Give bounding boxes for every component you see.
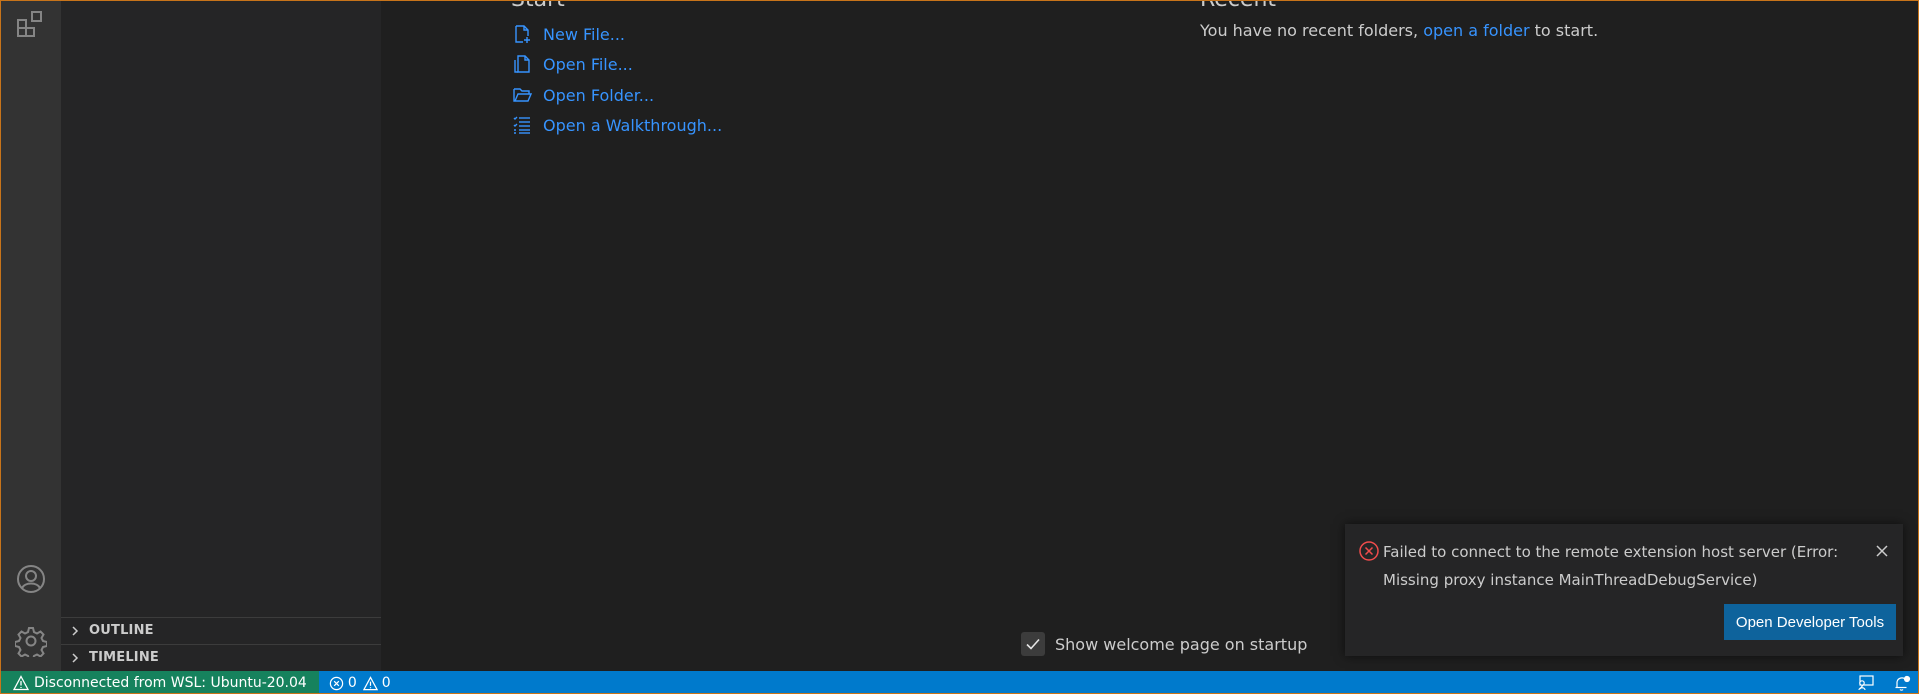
new-file-link[interactable]: New File...	[511, 23, 625, 45]
status-right-items	[1848, 671, 1918, 693]
feedback-icon[interactable]	[1848, 671, 1884, 693]
notification-message: Failed to connect to the remote extensio…	[1383, 543, 1839, 589]
warning-count: 0	[381, 675, 391, 691]
problems-indicator[interactable]: 0 0	[319, 675, 397, 691]
walkthrough-icon	[511, 114, 533, 136]
remote-indicator[interactable]: Disconnected from WSL: Ubuntu-20.04	[1, 671, 319, 693]
open-file-link[interactable]: Open File...	[511, 53, 633, 75]
window-frame: OUTLINE TIMELINE Start Recent New File..…	[0, 0, 1919, 694]
folder-icon	[511, 84, 533, 106]
check-icon	[1026, 638, 1040, 650]
open-folder-recent-link[interactable]: open a folder	[1423, 21, 1529, 40]
activity-bar	[1, 1, 61, 671]
show-welcome-checkbox[interactable]	[1021, 632, 1045, 656]
error-notification: Failed to connect to the remote extensio…	[1345, 524, 1903, 656]
status-bar: Disconnected from WSL: Ubuntu-20.04 0 0	[1, 671, 1918, 693]
start-section-title: Start	[511, 1, 565, 12]
open-walkthrough-link[interactable]: Open a Walkthrough...	[511, 114, 722, 136]
gear-icon[interactable]	[13, 623, 49, 659]
open-file-icon	[511, 53, 533, 75]
error-count: 0	[347, 675, 357, 691]
recent-empty-message: You have no recent folders, open a folde…	[1200, 21, 1599, 40]
error-icon	[1358, 540, 1380, 562]
remote-label: Disconnected from WSL: Ubuntu-20.04	[34, 675, 307, 691]
warning-icon	[13, 675, 29, 691]
warning-count-icon	[362, 675, 378, 690]
new-file-icon	[511, 23, 533, 45]
timeline-label: TIMELINE	[89, 650, 160, 665]
outline-label: OUTLINE	[89, 623, 154, 638]
open-folder-link[interactable]: Open Folder...	[511, 84, 654, 106]
show-welcome-setting: Show welcome page on startup	[1021, 632, 1307, 656]
sidebar: OUTLINE TIMELINE	[61, 1, 381, 671]
account-icon[interactable]	[13, 561, 49, 597]
timeline-panel-header[interactable]: TIMELINE	[61, 644, 381, 670]
recent-section-title: Recent	[1200, 1, 1276, 12]
outline-panel-header[interactable]: OUTLINE	[61, 617, 381, 643]
error-count-icon	[329, 676, 344, 690]
extensions-icon[interactable]	[13, 7, 49, 43]
chevron-right-icon	[67, 650, 83, 666]
notifications-bell-icon[interactable]	[1884, 671, 1918, 693]
chevron-right-icon	[67, 623, 83, 639]
close-icon[interactable]	[1871, 540, 1893, 562]
open-developer-tools-button[interactable]: Open Developer Tools	[1724, 604, 1896, 640]
show-welcome-label: Show welcome page on startup	[1055, 634, 1308, 654]
